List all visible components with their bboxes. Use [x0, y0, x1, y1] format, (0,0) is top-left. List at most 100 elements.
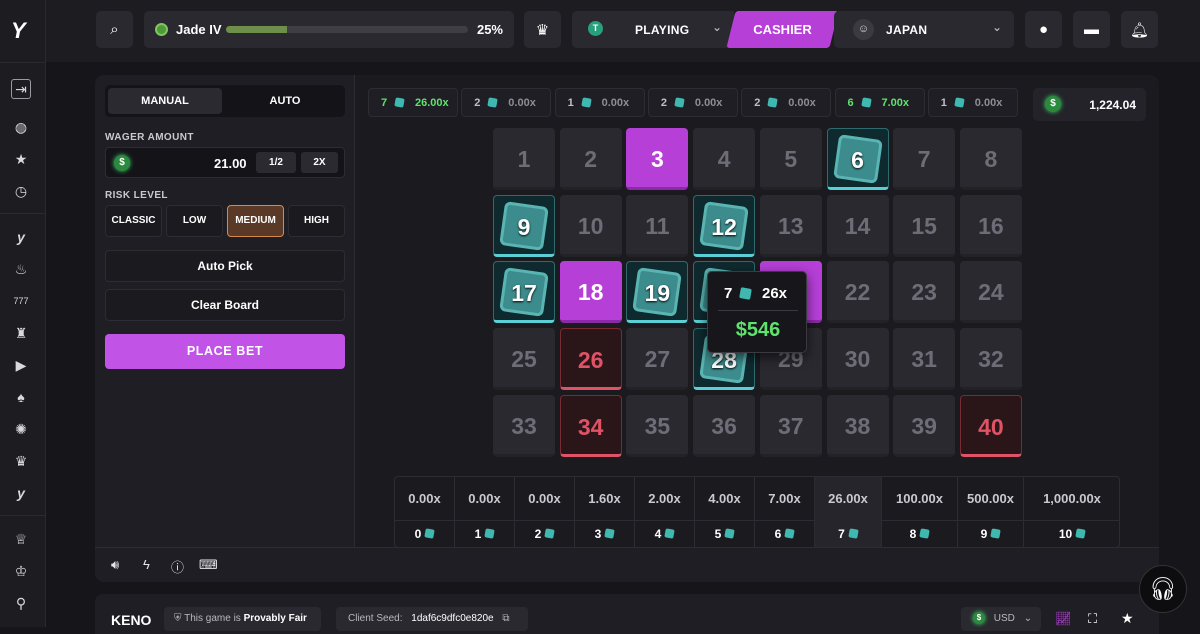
affiliate-icon[interactable]: ⚲ — [11, 593, 31, 613]
half-wager-button[interactable]: 1/2 — [256, 152, 296, 173]
keno-tile[interactable]: 33 — [493, 394, 555, 457]
search-icon[interactable]: ⌕ — [96, 11, 133, 48]
keno-tile[interactable]: 31 — [893, 328, 956, 391]
history-hit-count: 2 — [474, 97, 481, 109]
basketball-icon[interactable]: ◍ — [11, 117, 31, 137]
top-bar: ⌕ Jade IV 25% ♛ T PLAYING ⌄ CASHIER ☺ JA… — [46, 0, 1200, 62]
region-select[interactable]: ☺ JAPAN ⌄ — [834, 11, 1014, 48]
info-icon[interactable]: ⓘ — [171, 557, 184, 576]
keno-tile[interactable]: 40 — [959, 394, 1022, 457]
keno-tile[interactable]: 9 — [493, 194, 555, 257]
playing-currency-select[interactable]: T PLAYING ⌄ — [572, 11, 734, 48]
keno-tile[interactable]: 26 — [559, 328, 622, 391]
brand-alt-icon[interactable]: y — [11, 483, 31, 503]
chat-icon[interactable]: ● — [1025, 11, 1062, 48]
keno-tile[interactable]: 6 — [826, 128, 889, 190]
keno-tile[interactable]: 12 — [693, 194, 756, 257]
lightning-icon[interactable]: ϟ — [143, 557, 150, 572]
keno-tile[interactable]: 23 — [893, 261, 956, 324]
casino-icon[interactable]: ♛ — [11, 451, 31, 471]
keyboard-icon[interactable]: ⌨ — [199, 557, 218, 573]
expand-icon[interactable]: ⇥ — [11, 79, 31, 99]
roulette-icon[interactable]: ✺ — [11, 419, 31, 439]
sound-icon[interactable]: 🔊︎ — [111, 557, 119, 573]
gem-icon — [484, 528, 496, 539]
risk-classic-button[interactable]: CLASSIC — [105, 205, 162, 237]
history-item[interactable]: 2 0.00x — [647, 88, 738, 117]
risk-medium-button[interactable]: MEDIUM — [227, 205, 284, 237]
cashier-button[interactable]: CASHIER — [726, 11, 839, 48]
history-item[interactable]: 2 0.00x — [741, 88, 832, 117]
keno-tile[interactable]: 8 — [959, 128, 1022, 190]
brand-icon[interactable]: y — [11, 227, 31, 247]
keno-tile[interactable]: 25 — [493, 328, 555, 391]
rank-progress[interactable]: Jade IV 25% — [144, 11, 514, 48]
stats-chart-icon[interactable]: 📈︎ — [1055, 611, 1072, 627]
history-item[interactable]: 1 0.00x — [927, 88, 1018, 117]
keno-tile[interactable]: 30 — [826, 328, 889, 391]
crown-icon[interactable]: ♔ — [11, 561, 31, 581]
trophy-icon[interactable]: ♕ — [11, 529, 31, 549]
risk-low-button[interactable]: LOW — [166, 205, 223, 237]
client-seed-field[interactable]: Client Seed: 1daf6c9dfc0e820e ⧉ — [336, 607, 528, 631]
keno-tile[interactable]: 34 — [559, 394, 622, 457]
brand-logo[interactable]: Y — [11, 18, 26, 44]
keno-tile[interactable]: 7 — [893, 128, 956, 190]
keno-tile[interactable]: 1 — [493, 128, 555, 190]
currency-select[interactable]: $ USD ⌄ — [961, 607, 1041, 631]
payout-column: 0.00x 0 — [395, 477, 455, 547]
clear-board-button[interactable]: Clear Board — [105, 289, 345, 321]
keno-tile[interactable]: 2 — [559, 128, 622, 190]
payout-column: 7.00x 6 — [755, 477, 815, 547]
keno-tile[interactable]: 22 — [826, 261, 889, 324]
bell-icon[interactable]: 🔔︎ — [1121, 11, 1158, 48]
keno-tile[interactable]: 27 — [626, 328, 689, 391]
crown-icon[interactable]: ♛ — [524, 11, 561, 48]
copy-icon[interactable]: ⧉ — [502, 613, 509, 624]
keno-tile[interactable]: 19 — [626, 261, 689, 324]
keno-tile[interactable]: 11 — [626, 194, 689, 257]
star-icon[interactable]: ★ — [11, 149, 31, 169]
keno-tile[interactable]: 24 — [959, 261, 1022, 324]
history-item[interactable]: 1 0.00x — [554, 88, 645, 117]
keno-tile[interactable]: 15 — [893, 194, 956, 257]
wager-value[interactable]: 21.00 — [214, 156, 247, 171]
favorite-star-icon[interactable]: ★ — [1121, 610, 1134, 627]
fullscreen-icon[interactable]: ⛶ — [1088, 611, 1097, 627]
fire-icon[interactable]: ♨ — [11, 259, 31, 279]
keno-tile[interactable]: 39 — [893, 394, 956, 457]
keno-tile[interactable]: 13 — [759, 194, 822, 257]
keno-tile[interactable]: 32 — [959, 328, 1022, 391]
keno-tile[interactable]: 36 — [693, 394, 756, 457]
keno-tile[interactable]: 10 — [559, 194, 622, 257]
keno-tile[interactable]: 35 — [626, 394, 689, 457]
keno-tile[interactable]: 14 — [826, 194, 889, 257]
keno-tile[interactable]: 38 — [826, 394, 889, 457]
rail-divider — [0, 62, 46, 63]
history-icon[interactable]: ◷ — [11, 181, 31, 201]
auto-pick-button[interactable]: Auto Pick — [105, 250, 345, 282]
cards-icon[interactable]: ♠ — [11, 387, 31, 407]
risk-high-button[interactable]: HIGH — [288, 205, 345, 237]
provably-fair-badge[interactable]: ⛨ This game is Provably Fair — [164, 607, 321, 631]
history-item[interactable]: 7 26.00x — [368, 88, 458, 117]
wager-input[interactable]: $ 21.00 1/2 2X — [105, 147, 345, 178]
keno-tile[interactable]: 4 — [693, 128, 756, 190]
ticket-icon[interactable]: ▬ — [1073, 11, 1110, 48]
tab-manual[interactable]: MANUAL — [108, 88, 222, 114]
keno-tile[interactable]: 18 — [559, 261, 622, 324]
video-icon[interactable]: ▶ — [11, 355, 31, 375]
slots-icon[interactable]: 777 — [11, 291, 31, 311]
keno-tile[interactable]: 5 — [759, 128, 822, 190]
bottles-icon[interactable]: ♜ — [11, 323, 31, 343]
keno-tile[interactable]: 17 — [493, 261, 555, 324]
keno-tile[interactable]: 37 — [759, 394, 822, 457]
double-wager-button[interactable]: 2X — [301, 152, 338, 173]
support-headset-icon[interactable]: 🎧︎ — [1139, 565, 1187, 613]
tab-auto[interactable]: AUTO — [228, 88, 342, 114]
keno-tile[interactable]: 3 — [626, 128, 689, 190]
place-bet-button[interactable]: PLACE BET — [105, 334, 345, 369]
history-item[interactable]: 2 0.00x — [461, 88, 552, 117]
history-item[interactable]: 6 7.00x — [834, 88, 925, 117]
keno-tile[interactable]: 16 — [959, 194, 1022, 257]
